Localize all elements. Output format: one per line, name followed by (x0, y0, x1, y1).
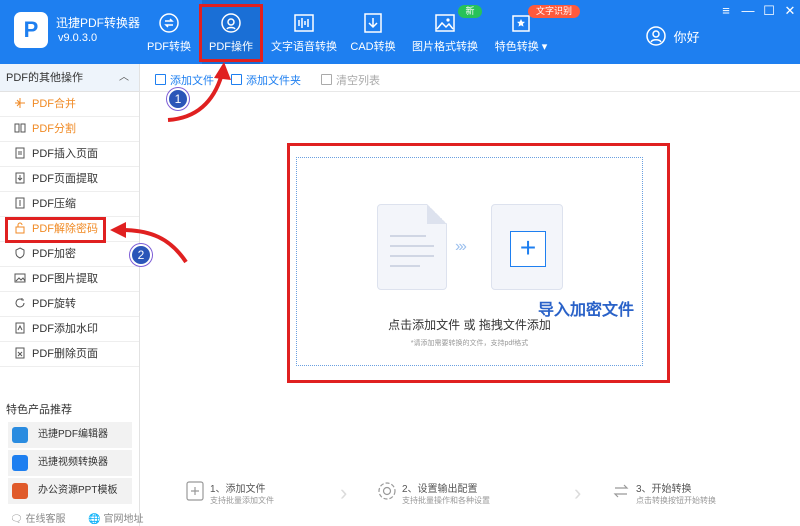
arrow-head-pdf-operate (214, 62, 231, 80)
annotation-arrows (110, 62, 231, 264)
annotation-badge-2: 2 (130, 244, 152, 266)
annotation-badge-1: 1 (167, 88, 189, 110)
arrow-head-remove-password (110, 222, 126, 238)
